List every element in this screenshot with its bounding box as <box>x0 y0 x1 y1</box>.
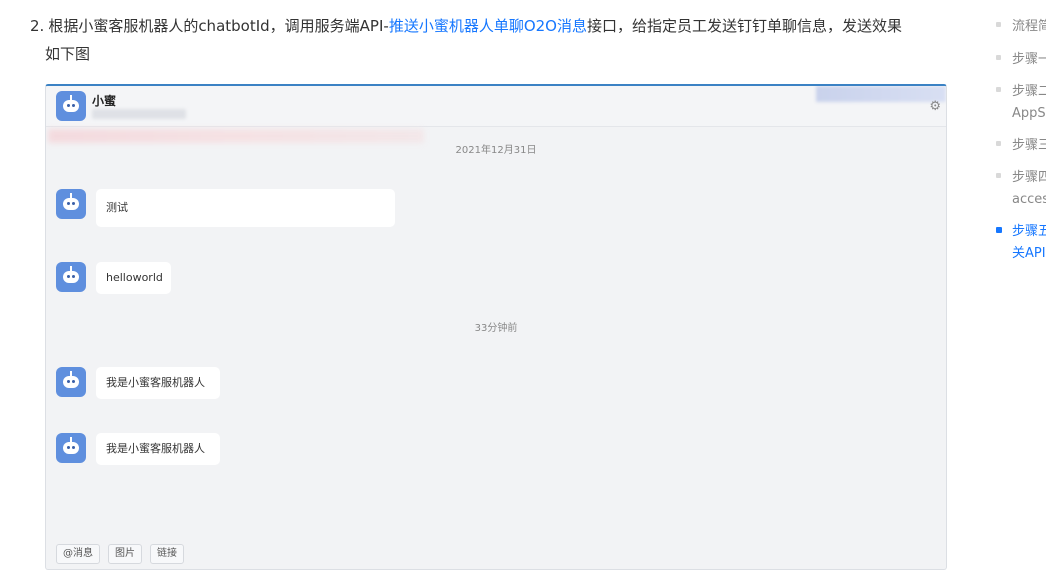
chat-screenshot: 小蜜 ⚙ 2021年12月31日 测试 helloworld 33分钟前 我是小… <box>45 84 947 570</box>
robot-icon <box>56 189 86 219</box>
gear-icon[interactable]: ⚙ <box>929 100 941 113</box>
robot-icon <box>56 262 86 292</box>
doc-paragraph: 2. 根据小蜜客服机器人的chatbotId，调用服务端API-推送小蜜机器人单聊… <box>30 12 950 68</box>
link-button[interactable]: 链接 <box>150 544 184 564</box>
robot-icon <box>56 91 86 121</box>
api-link[interactable]: 推送小蜜机器人单聊O2O消息 <box>389 17 587 35</box>
robot-icon <box>56 433 86 463</box>
image-button[interactable]: 图片 <box>108 544 142 564</box>
message-bubble: helloworld <box>96 262 171 294</box>
blurred-region <box>816 86 946 102</box>
chat-title: 小蜜 <box>92 94 117 108</box>
chat-subtitle-blurred <box>92 109 186 119</box>
message-bubble: 我是小蜜客服机器人 <box>96 433 220 465</box>
message-bubble: 我是小蜜客服机器人 <box>96 367 220 399</box>
paragraph-line-2: 如下图 <box>45 45 91 63</box>
message-bubble: 测试 <box>96 189 395 227</box>
time-divider: 33分钟前 <box>474 323 518 334</box>
table-of-contents: 流程简 步骤一 步骤二 AppS 步骤三 步骤四 acces 步骤五 关API <box>996 0 1046 588</box>
paragraph-text: 根据小蜜客服机器人的chatbotId，调用服务端API- <box>48 17 389 35</box>
list-number: 2. <box>30 17 45 35</box>
date-divider: 2021年12月31日 <box>455 145 537 156</box>
at-message-button[interactable]: @消息 <box>56 544 100 564</box>
paragraph-text-2: 接口，给指定员工发送钉钉单聊信息，发送效果 <box>586 17 902 35</box>
chat-header: 小蜜 ⚙ <box>46 86 946 127</box>
robot-icon <box>56 367 86 397</box>
chat-toolbar: @消息 图片 链接 <box>56 544 184 564</box>
